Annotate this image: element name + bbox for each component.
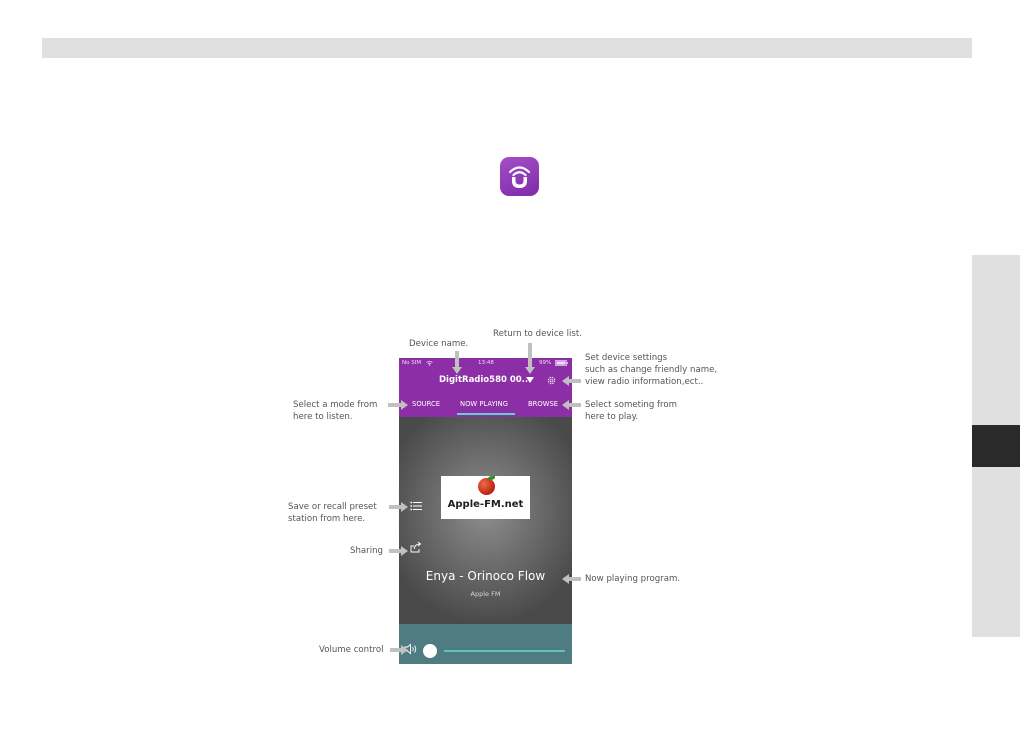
- status-time: 13:48: [478, 360, 494, 366]
- side-tab-upper: [972, 255, 1020, 425]
- now-playing-panel: Apple-FM.net Enya - Orinoco Flow Apple F…: [399, 417, 572, 624]
- app-icon: [500, 157, 539, 196]
- arrowhead-return-device-list: [525, 367, 535, 374]
- gear-icon[interactable]: [546, 375, 557, 386]
- wifi-icon: [426, 360, 433, 366]
- arrow-now-playing: [569, 577, 581, 581]
- carrier-label: No SIM: [402, 360, 422, 366]
- annotation-settings-1: Set device settings: [585, 353, 668, 363]
- station-name: Apple FM: [470, 590, 501, 598]
- arrow-preset: [389, 505, 401, 509]
- station-logo-text: Apple-FM.net: [447, 499, 524, 510]
- battery-icon: [555, 360, 568, 366]
- arrow-sharing: [389, 549, 401, 553]
- volume-slider-knob[interactable]: [423, 644, 437, 658]
- apple-logo-icon: [478, 478, 495, 495]
- arrowhead-volume: [401, 645, 408, 655]
- caret-down-icon[interactable]: [526, 377, 534, 383]
- arrow-select-mode: [388, 403, 401, 407]
- annotation-volume: Volume control: [319, 645, 384, 655]
- phone-screen: No SIM 13:48 99% DigitRadio580 00... SOU…: [399, 358, 572, 664]
- arrowhead-settings: [562, 376, 569, 386]
- annotation-preset-2: station from here.: [288, 514, 366, 524]
- tab-browse[interactable]: BROWSE: [528, 400, 558, 408]
- arrowhead-device-name: [452, 367, 462, 374]
- annotation-now-playing: Now playing program.: [585, 574, 681, 584]
- preset-list-icon[interactable]: [410, 501, 422, 511]
- track-title: Enya - Orinoco Flow: [425, 569, 546, 583]
- annotation-select-mode-1: Select a mode from: [293, 400, 378, 410]
- volume-bar: [399, 624, 572, 664]
- leaf-icon: [488, 476, 495, 480]
- annotation-select-something-1: Select someting from: [585, 400, 678, 410]
- tab-now-playing[interactable]: NOW PLAYING: [460, 400, 508, 408]
- arrow-settings: [569, 379, 581, 383]
- side-tab-lower: [972, 467, 1020, 637]
- device-name[interactable]: DigitRadio580 00...: [439, 375, 531, 385]
- annotation-preset-1: Save or recall preset: [288, 502, 377, 512]
- header-bar: [42, 38, 972, 58]
- annotation-select-mode-2: here to listen.: [293, 412, 353, 422]
- annotation-select-something-2: here to play.: [585, 412, 639, 422]
- device-row: DigitRadio580 00...: [399, 372, 572, 388]
- arrowhead-preset: [401, 502, 408, 512]
- arrow-select-something: [569, 403, 581, 407]
- arrowhead-select-mode: [401, 400, 408, 410]
- active-tab-indicator: [457, 413, 515, 415]
- share-icon[interactable]: [410, 541, 422, 553]
- battery-label: 99%: [539, 360, 552, 366]
- annotation-device-name: Device name.: [409, 339, 469, 349]
- tab-source[interactable]: SOURCE: [412, 400, 440, 408]
- status-bar: No SIM 13:48 99%: [399, 358, 572, 370]
- arrowhead-sharing: [401, 546, 408, 556]
- phone-header: No SIM 13:48 99% DigitRadio580 00... SOU…: [399, 358, 572, 417]
- arrow-volume: [390, 648, 401, 652]
- annotation-settings-3: view radio information,ect..: [585, 377, 704, 387]
- arrow-device-name: [455, 351, 459, 368]
- annotation-sharing: Sharing: [350, 546, 383, 556]
- annotation-return-device-list: Return to device list.: [493, 329, 582, 339]
- arrowhead-select-something: [562, 400, 569, 410]
- arrowhead-now-playing: [562, 574, 569, 584]
- station-logo: Apple-FM.net: [441, 476, 530, 519]
- volume-slider-track[interactable]: [444, 650, 565, 652]
- side-tab-active: [972, 425, 1020, 467]
- annotation-settings-2: such as change friendly name,: [585, 365, 718, 375]
- arrow-return-device-list: [528, 343, 532, 368]
